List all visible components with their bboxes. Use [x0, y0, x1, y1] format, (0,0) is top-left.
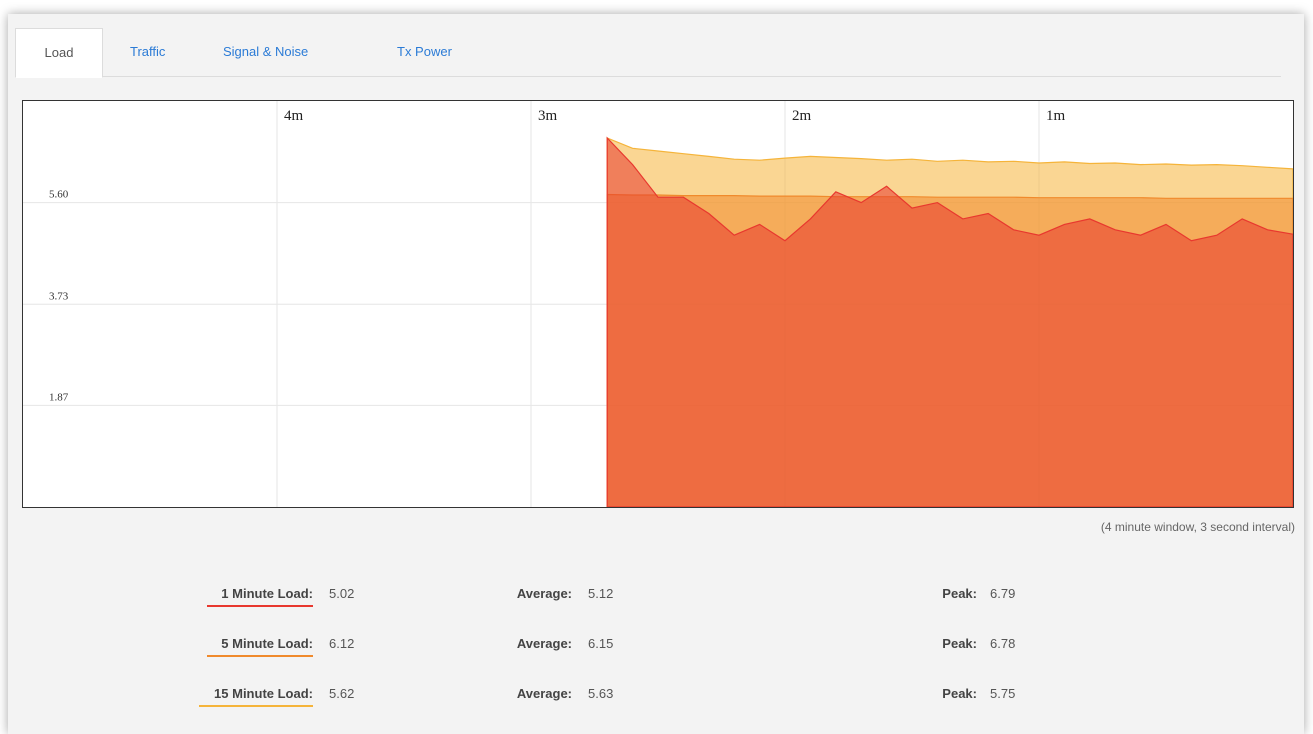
- stat-row: 5 Minute Load: 6.12 Average: 6.15 Peak: 6.78: [0, 636, 1313, 660]
- time-marker-label: 4m: [284, 108, 304, 124]
- stat-average-label: Average:: [516, 686, 572, 701]
- y-tick-label: 5.60: [49, 189, 69, 201]
- y-tick-label: 3.73: [49, 290, 69, 302]
- load-chart-svg: 5.60 3.73 1.87 4m 3m 2m 1m: [23, 101, 1293, 507]
- tab-signal-noise[interactable]: Signal & Noise: [223, 28, 308, 76]
- stat-label: 1 Minute Load:: [221, 586, 313, 601]
- tab-load[interactable]: Load: [15, 28, 103, 78]
- stat-row: 1 Minute Load: 5.02 Average: 5.12 Peak: 6.79: [0, 586, 1313, 610]
- stat-peak-label: Peak:: [942, 586, 977, 601]
- stat-current-value: 6.12: [329, 636, 355, 651]
- stat-peak-value: 6.79: [990, 586, 1016, 601]
- stat-peak-value: 6.78: [990, 636, 1016, 651]
- stat-label: 15 Minute Load:: [214, 686, 313, 701]
- time-marker-label: 2m: [792, 108, 812, 124]
- tab-traffic[interactable]: Traffic: [130, 28, 165, 76]
- stat-peak-label: Peak:: [942, 686, 977, 701]
- stat-peak-value: 5.75: [990, 686, 1016, 701]
- stat-current-value: 5.02: [329, 586, 355, 601]
- stat-label-underline: [199, 705, 313, 707]
- stat-label-underline: [206, 605, 313, 607]
- stat-average-label: Average:: [516, 636, 572, 651]
- stat-average-value: 5.63: [588, 686, 614, 701]
- stat-average-value: 6.15: [588, 636, 614, 651]
- stat-label-underline: [206, 655, 313, 657]
- stat-row: 15 Minute Load: 5.62 Average: 5.63 Peak: 5.75: [0, 686, 1313, 710]
- tab-bar: Load Traffic Signal & Noise Tx Power: [15, 28, 1281, 78]
- window-note: (4 minute window, 3 second interval): [1100, 520, 1295, 534]
- y-tick-label: 1.87: [49, 391, 69, 403]
- time-marker-label: 1m: [1046, 108, 1066, 124]
- stat-peak-label: Peak:: [942, 636, 977, 651]
- load-chart: 5.60 3.73 1.87 4m 3m 2m 1m: [22, 100, 1294, 508]
- time-marker-label: 3m: [538, 108, 558, 124]
- stat-average-value: 5.12: [588, 586, 614, 601]
- stat-average-label: Average:: [516, 586, 572, 601]
- tab-tx-power[interactable]: Tx Power: [397, 28, 452, 76]
- stat-current-value: 5.62: [329, 686, 355, 701]
- stat-label: 5 Minute Load:: [221, 636, 313, 651]
